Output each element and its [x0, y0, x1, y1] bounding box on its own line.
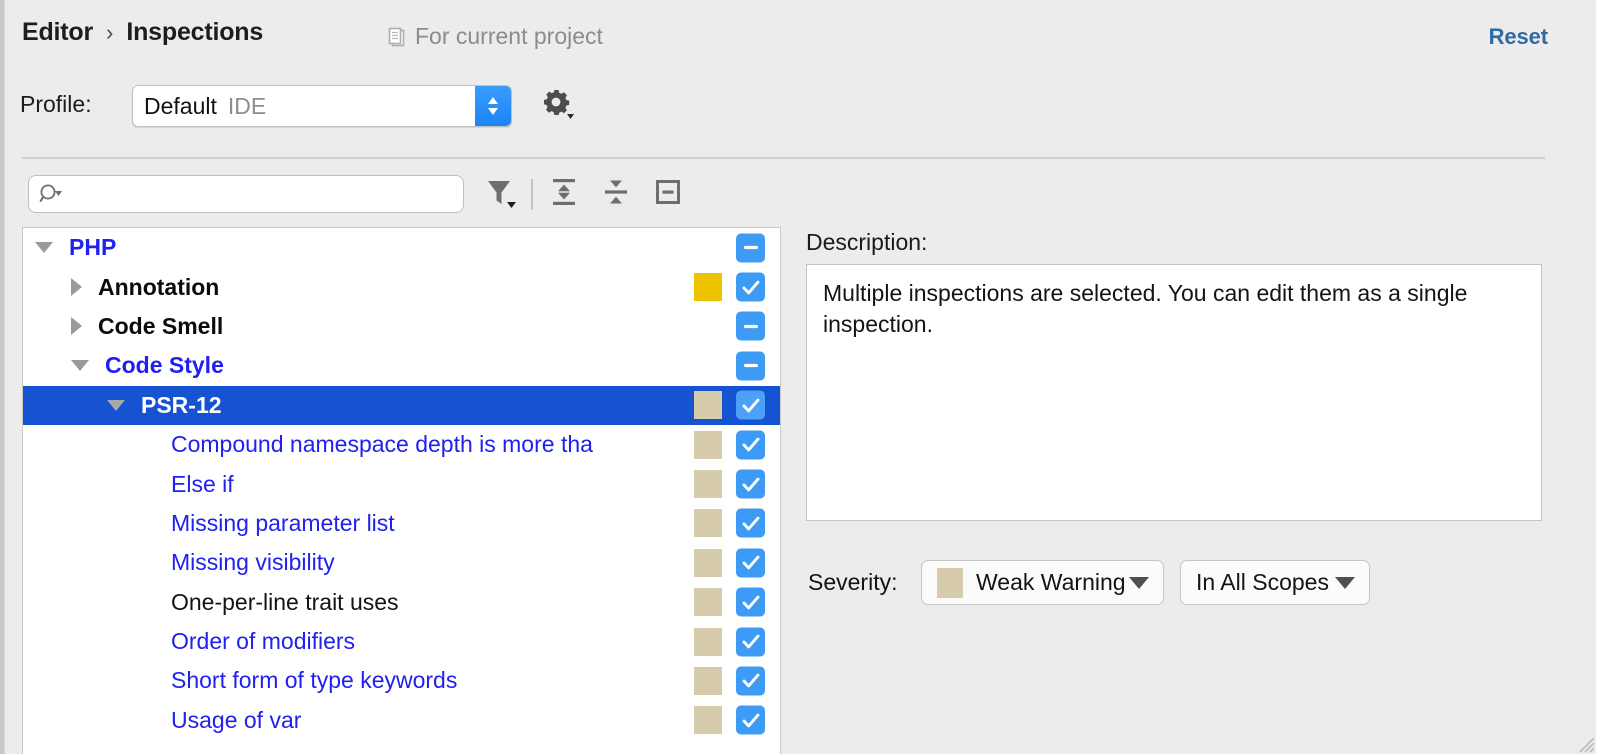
checkbox-checked[interactable] — [736, 509, 765, 538]
breadcrumb: Editor › Inspections — [22, 18, 263, 47]
twisty-expanded-icon[interactable] — [71, 360, 89, 371]
row-severity-swatch[interactable] — [694, 509, 722, 537]
expand-all-button[interactable] — [544, 174, 584, 214]
severity-value: Weak Warning — [976, 569, 1126, 596]
row-severity-swatch[interactable] — [694, 706, 722, 734]
twisty-expanded-icon[interactable] — [35, 242, 53, 253]
tree-row[interactable]: PSR-12 — [23, 386, 780, 425]
header-separator — [22, 157, 1545, 159]
checkbox-checked[interactable] — [736, 273, 765, 302]
inspections-tree[interactable]: PHP Annotation Code Smell Code Style PSR-12 C… — [22, 227, 781, 754]
scope-combobox[interactable]: In All Scopes — [1180, 560, 1370, 605]
row-severity-swatch[interactable] — [694, 588, 722, 616]
tree-row-label: Usage of var — [171, 707, 301, 734]
tree-row[interactable]: Annotation — [23, 267, 780, 306]
checkbox-checked[interactable] — [736, 470, 765, 499]
row-severity-swatch[interactable] — [694, 470, 722, 498]
tree-row[interactable]: PHP — [23, 228, 780, 267]
tree-row[interactable]: Order of modifiers — [23, 622, 780, 661]
profile-value: Default — [144, 93, 217, 120]
tree-row-label: Code Smell — [98, 313, 223, 340]
twisty-expanded-icon[interactable] — [107, 400, 125, 411]
scope-note-label: For current project — [415, 23, 603, 50]
checkbox-indeterminate[interactable] — [736, 351, 765, 380]
severity-color-swatch — [937, 568, 963, 598]
tree-row-label: One-per-line trait uses — [171, 589, 399, 616]
tree-row-label: Order of modifiers — [171, 628, 355, 655]
breadcrumb-item-editor[interactable]: Editor — [22, 18, 93, 47]
search-magnifier-dropdown-icon[interactable] — [39, 183, 65, 205]
window-resize-grip[interactable] — [1574, 732, 1596, 754]
row-severity-swatch[interactable] — [694, 273, 722, 301]
collapse-all-icon — [598, 174, 634, 215]
tree-row-label: Missing parameter list — [171, 510, 395, 537]
checkbox-checked[interactable] — [736, 548, 765, 577]
breadcrumb-item-inspections[interactable]: Inspections — [126, 18, 263, 47]
tree-row-label: Code Style — [105, 352, 224, 379]
tree-row-label: Missing visibility — [171, 549, 335, 576]
copy-document-icon — [388, 27, 407, 48]
tree-row[interactable]: Short form of type keywords — [23, 661, 780, 700]
minus-box-icon — [650, 174, 686, 215]
profile-settings-button[interactable] — [538, 86, 578, 126]
description-label: Description: — [806, 229, 927, 256]
checkbox-checked[interactable] — [736, 706, 765, 735]
checkbox-checked[interactable] — [736, 391, 765, 420]
scope-value: In All Scopes — [1196, 569, 1329, 596]
row-severity-swatch[interactable] — [694, 667, 722, 695]
scope-note: For current project — [388, 23, 603, 50]
tree-row-label: PSR-12 — [141, 392, 222, 419]
row-severity-swatch[interactable] — [694, 549, 722, 577]
tree-row[interactable]: Missing visibility — [23, 543, 780, 582]
row-severity-swatch[interactable] — [694, 391, 722, 419]
breadcrumb-separator-icon: › — [106, 20, 113, 46]
reset-link[interactable]: Reset — [1489, 24, 1548, 50]
window-left-edge — [0, 0, 5, 754]
row-severity-swatch[interactable] — [694, 628, 722, 656]
checkbox-indeterminate[interactable] — [736, 233, 765, 262]
checkbox-checked[interactable] — [736, 666, 765, 695]
tree-row[interactable]: One-per-line trait uses — [23, 583, 780, 622]
funnel-dropdown-icon — [483, 174, 519, 215]
tree-row-label: Short form of type keywords — [171, 667, 457, 694]
twisty-collapsed-icon[interactable] — [71, 317, 82, 335]
tree-row-label: Compound namespace depth is more tha — [171, 431, 593, 458]
profile-label: Profile: — [20, 91, 92, 118]
tree-row[interactable]: Compound namespace depth is more tha — [23, 425, 780, 464]
toolbar-divider — [531, 179, 533, 210]
gear-dropdown-icon — [541, 87, 575, 126]
tree-row[interactable]: Code Style — [23, 346, 780, 385]
checkbox-checked[interactable] — [736, 588, 765, 617]
severity-combobox[interactable]: Weak Warning — [921, 560, 1164, 605]
row-severity-swatch[interactable] — [694, 431, 722, 459]
tree-row-label: PHP — [69, 234, 116, 261]
expand-all-icon — [546, 174, 582, 215]
tree-row[interactable]: Code Smell — [23, 307, 780, 346]
search-input[interactable] — [69, 182, 443, 207]
severity-label: Severity: — [808, 569, 897, 596]
chevron-down-icon — [1129, 577, 1149, 589]
up-down-stepper-icon[interactable] — [475, 86, 511, 126]
tree-row-label: Else if — [171, 471, 234, 498]
chevron-down-icon — [1335, 577, 1355, 589]
profile-value-suffix: IDE — [228, 93, 266, 120]
tree-row[interactable]: Usage of var — [23, 701, 780, 740]
tree-row[interactable]: Else if — [23, 464, 780, 503]
description-text: Multiple inspections are selected. You c… — [823, 278, 1525, 339]
window-right-edge — [1596, 0, 1600, 754]
description-box: Multiple inspections are selected. You c… — [806, 264, 1542, 521]
tree-row[interactable]: Missing parameter list — [23, 504, 780, 543]
twisty-collapsed-icon[interactable] — [71, 278, 82, 296]
checkbox-checked[interactable] — [736, 430, 765, 459]
checkbox-checked[interactable] — [736, 627, 765, 656]
search-field-container[interactable] — [28, 175, 464, 213]
collapse-all-button[interactable] — [596, 174, 636, 214]
show-only-enabled-button[interactable] — [648, 174, 688, 214]
profile-combobox[interactable]: Default IDE — [132, 85, 512, 127]
inspections-settings-window: Editor › Inspections For current project… — [0, 0, 1600, 754]
tree-row-label: Annotation — [98, 274, 219, 301]
checkbox-indeterminate[interactable] — [736, 312, 765, 341]
filter-inspections-button[interactable] — [481, 174, 521, 214]
